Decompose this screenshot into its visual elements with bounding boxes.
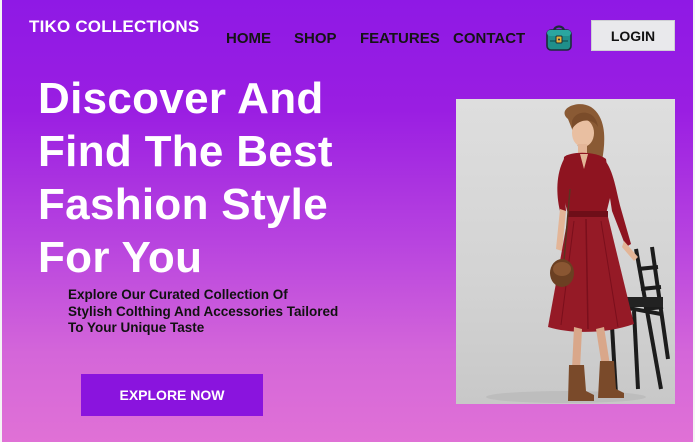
hero-subtitle-line: Explore Our Curated Collection Of — [68, 287, 288, 302]
hero-title-line: Fashion Style — [38, 180, 328, 229]
nav-shop-link[interactable]: SHOP — [294, 30, 337, 47]
hero-title-line: For You — [38, 233, 203, 282]
login-button[interactable]: LOGIN — [591, 20, 675, 51]
hero-title-line: Find The Best — [38, 127, 333, 176]
nav-home-link[interactable]: HOME — [226, 30, 271, 47]
hero-title: Discover And Find The Best Fashion Style… — [38, 72, 368, 284]
nav-contact-link[interactable]: CONTACT — [453, 30, 525, 47]
hero-subtitle: Explore Our Curated Collection Of Stylis… — [68, 287, 388, 337]
hero-title-line: Discover And — [38, 74, 324, 123]
brand-logo[interactable]: TIKO COLLECTIONS — [29, 17, 199, 37]
shopping-bag-icon[interactable] — [544, 22, 574, 52]
explore-now-button[interactable]: EXPLORE NOW — [81, 374, 263, 416]
hero-subtitle-line: Stylish Colthing And Accessories Tailore… — [68, 303, 339, 319]
landing-page: TIKO COLLECTIONS HOME SHOP FEATURES CONT… — [2, 0, 693, 442]
model-in-red-dress-photo — [456, 99, 675, 404]
hero-subtitle-line: To Your Unique Taste — [68, 320, 205, 335]
nav-features-link[interactable]: FEATURES — [360, 30, 440, 47]
